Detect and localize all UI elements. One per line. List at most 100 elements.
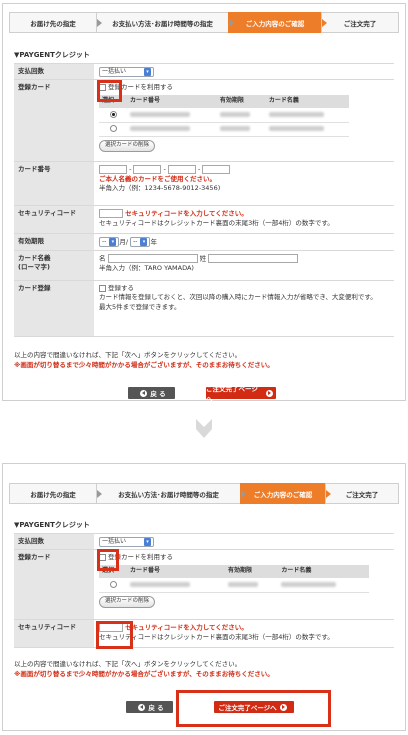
last-name-input[interactable]: [208, 254, 299, 263]
next-button[interactable]: ご注文完了ページへ: [206, 385, 276, 403]
step-complete: ご注文完了: [321, 12, 399, 33]
label-payment-count: 支払回数: [14, 64, 94, 79]
select-value: --: [133, 237, 138, 245]
security-code-hint: セキュリティコードはクレジットカード裏面の末尾3桁（一部4桁）の数字です。: [99, 632, 334, 641]
masked-expiry: [227, 581, 258, 587]
step-delivery: お届け先の指定: [9, 483, 102, 504]
back-button[interactable]: 戻 る: [128, 387, 175, 399]
back-button[interactable]: 戻 る: [126, 701, 173, 713]
confirm-note-top: 以上の内容で間違いなければ、下記「次へ」ボタンをクリックしてください。 ※画面が…: [14, 350, 394, 371]
masked-expiry: [219, 111, 250, 117]
card-number-warning: ご本人名義のカードをご使用ください。: [99, 174, 216, 183]
table-row[interactable]: [99, 578, 369, 593]
highlight-next-button: [176, 690, 331, 727]
delete-card-button[interactable]: 選択カードの削除: [99, 139, 156, 152]
col-card-name: カード名義: [265, 95, 349, 109]
highlight-security-input: [96, 621, 133, 649]
security-code-input[interactable]: [99, 209, 123, 218]
radio-button[interactable]: [109, 110, 117, 118]
first-name-label: 名: [99, 254, 106, 263]
masked-card-number: [130, 581, 190, 587]
security-code-hint: セキュリティコードはクレジットカード裏面の末尾3桁（一部4桁）の数字です。: [99, 218, 334, 227]
step-label: ご入力内容のご確認: [245, 19, 305, 28]
label-expiry: 有効期限: [14, 234, 94, 250]
masked-card-name: [281, 581, 337, 587]
section-title: ▼PAYGENTクレジット: [14, 51, 90, 59]
registered-card-table: 選択 カード番号 有効期限 カード名義: [99, 95, 349, 137]
col-expiry: 有効期限: [224, 565, 279, 579]
step-confirm: ご入力内容のご確認: [240, 483, 331, 504]
highlight-checkbox-bottom: [97, 549, 119, 571]
chevron-down-icon: ▾: [140, 238, 148, 246]
label-security-code: セキュリティコード: [14, 206, 94, 233]
payment-count-select[interactable]: 一括払い ▾: [99, 537, 154, 547]
step-payment: お支払い方法･お届け時間等の指定: [96, 483, 246, 504]
confirm-warning: ※画面が切り替るまで少々時間がかかる場合がございますが、そのままお待ちください。: [14, 361, 274, 370]
table-row[interactable]: [99, 108, 349, 123]
month-unit: 月/: [119, 238, 129, 246]
radio-button[interactable]: [109, 580, 117, 588]
chevron-right-icon: [241, 490, 246, 498]
down-arrow-icon: [196, 419, 212, 438]
highlight-checkbox-top: [97, 80, 122, 102]
chevron-right-icon: [229, 19, 234, 27]
expiry-month-select[interactable]: -- ▾: [99, 237, 120, 247]
chevron-right-icon: [97, 19, 102, 27]
masked-card-number: [130, 111, 190, 117]
label-payment-count: 支払回数: [14, 534, 94, 549]
select-value: 一括払い: [102, 537, 127, 545]
chevron-right-icon: [322, 19, 327, 27]
label-registered-card: 登録カード: [14, 80, 94, 161]
row-security-code: セキュリティコード セキュリティコードを入力してください。 セキュリティコードは…: [14, 206, 394, 234]
expiry-year-select[interactable]: -- ▾: [130, 237, 151, 247]
row-payment-count: 支払回数 一括払い ▾: [14, 534, 394, 550]
use-registered-checkbox-row[interactable]: 登録カードを利用する: [99, 83, 389, 92]
registered-card-table: 選択 カード番号 有効期限 カード名義: [99, 565, 369, 593]
security-code-warning: セキュリティコードを入力してください。: [125, 623, 248, 632]
select-value: 一括払い: [102, 67, 127, 75]
checkbox[interactable]: [99, 284, 106, 292]
table-header-row: 選択 カード番号 有効期限 カード名義: [99, 95, 349, 109]
register-limit: 最大5件まで登録できます。: [99, 302, 181, 311]
radio-button[interactable]: [109, 124, 117, 132]
row-registered-card: 登録カード 登録カードを利用する 選択 カード番号 有効期限 カード名義 選択カードの…: [14, 80, 394, 162]
delete-card-button[interactable]: 選択カードの削除: [99, 595, 156, 608]
step-delivery: お届け先の指定: [9, 12, 102, 33]
card-number-hint: 半角入力（例：1234-5678-9012-3456): [99, 184, 221, 193]
confirm-text: 以上の内容で間違いなければ、下記「次へ」ボタンをクリックしてください。: [14, 351, 242, 359]
card-name-hint: 半角入力（例：TARO YAMADA): [99, 263, 194, 272]
first-name-input[interactable]: [107, 254, 198, 263]
card-number-input-4[interactable]: [202, 165, 231, 174]
chevron-right-icon: [97, 490, 102, 498]
next-arrow-icon: [266, 389, 273, 397]
confirm-text: 以上の内容で間違いなければ、下記「次へ」ボタンをクリックしてください。: [14, 660, 242, 668]
label-card-name: カード名義 (ローマ字): [14, 251, 94, 280]
back-arrow-icon: [138, 703, 146, 711]
row-card-name: カード名義 (ローマ字) 名 姓 半角入力（例：TARO YAMADA): [14, 251, 394, 281]
label-card-register: カード登録: [14, 281, 94, 336]
payment-count-select[interactable]: 一括払い ▾: [99, 67, 154, 77]
register-checkbox-row[interactable]: 登録する: [99, 284, 389, 293]
use-registered-checkbox-row[interactable]: 登録カードを利用する: [99, 553, 389, 562]
year-unit: 年: [150, 238, 157, 246]
confirm-note-bottom: 以上の内容で間違いなければ、下記「次へ」ボタンをクリックしてください。 ※画面が…: [14, 659, 394, 680]
select-value: --: [102, 237, 107, 245]
checkout-steps-top: お届け先の指定 お支払い方法･お届け時間等の指定 ご入力内容のご確認 ご注文完了: [9, 12, 399, 33]
checkout-steps-bottom: お届け先の指定 お支払い方法･お届け時間等の指定 ご入力内容のご確認 ご注文完了: [9, 483, 399, 504]
masked-card-name: [268, 125, 324, 131]
last-name-label: 姓: [199, 254, 207, 263]
security-code-warning: セキュリティコードを入力してください。: [125, 209, 248, 218]
back-button-label: 戻 る: [150, 390, 166, 398]
label-card-number: カード番号: [14, 162, 94, 205]
card-number-input-3[interactable]: [167, 165, 196, 174]
card-number-input-2[interactable]: [133, 165, 162, 174]
row-card-number: カード番号 - - - ご本人名義のカードをご使用ください。 半角入力（例：12…: [14, 162, 394, 206]
step-label: ご入力内容のご確認: [253, 490, 313, 499]
table-row[interactable]: [99, 122, 349, 137]
label-registered-card: 登録カード: [14, 550, 94, 619]
col-card-number: カード番号: [127, 565, 225, 579]
step-label: お届け先の指定: [30, 490, 76, 499]
card-number-input-1[interactable]: [99, 165, 127, 174]
row-card-register: カード登録 登録する カード情報を登録しておくと、次回以降の購入時にカード情報入…: [14, 281, 394, 337]
register-description: カード情報を登録しておくと、次回以降の購入時にカード情報入力が省略でき、大変便利…: [99, 293, 377, 302]
